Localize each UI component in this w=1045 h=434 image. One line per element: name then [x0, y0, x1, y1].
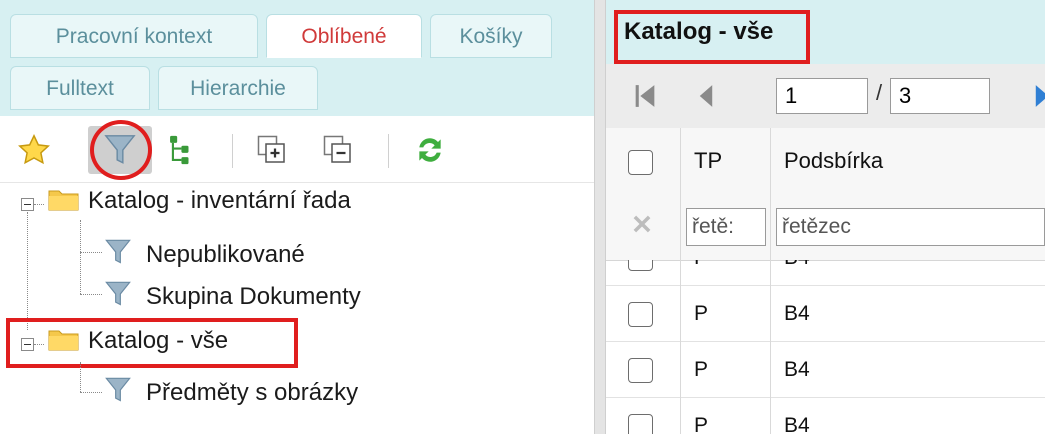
tree-node-nepublikovane[interactable]: Nepublikované — [104, 236, 305, 270]
tree-node-katalog-inventarni-rada[interactable]: Katalog - inventární řada — [48, 186, 351, 216]
row-checkbox[interactable] — [628, 302, 653, 327]
filter-highlight-circle — [90, 120, 152, 180]
column-header-tp[interactable]: TP — [694, 148, 722, 174]
star-icon[interactable] — [14, 130, 54, 170]
next-page-icon[interactable] — [1034, 82, 1045, 115]
filter-tp-input[interactable]: řetě: — [686, 208, 766, 246]
row-checkbox[interactable] — [628, 358, 653, 383]
tree-node-skupina-dokumenty[interactable]: Skupina Dokumenty — [104, 278, 361, 312]
column-separator — [770, 398, 771, 434]
prev-page-icon[interactable] — [698, 82, 714, 115]
tree-node-predmety-s-obrazky[interactable]: Předměty s obrázky — [104, 374, 358, 408]
grid-body: P B4 P B4 P B4 P B4 — [606, 260, 1045, 434]
pager: 1 / 3 — [606, 64, 1045, 129]
column-separator — [680, 398, 681, 434]
tab-hierarchie[interactable]: Hierarchie — [158, 66, 318, 110]
panel-splitter[interactable] — [594, 0, 606, 434]
grid-title-bar: Katalog - vše — [606, 0, 1045, 64]
column-separator — [680, 260, 681, 286]
tab-kosiky[interactable]: Košíky — [430, 14, 552, 58]
tab-bar: Pracovní kontext Oblíbené Košíky Fulltex… — [0, 0, 600, 116]
column-header-podsbirka[interactable]: Podsbírka — [784, 148, 883, 174]
tree-connector — [27, 212, 28, 330]
toolbar-separator — [232, 134, 233, 168]
cell-podsbirka: B4 — [784, 260, 810, 270]
column-separator — [680, 194, 681, 260]
tab-fulltext[interactable]: Fulltext — [10, 66, 150, 110]
collapse-icon[interactable] — [21, 198, 34, 211]
tree-node-label: Předměty s obrázky — [146, 379, 359, 406]
add-copy-icon[interactable] — [252, 130, 292, 170]
tree-node-label: Nepublikované — [146, 241, 305, 268]
tree-connector — [80, 252, 102, 253]
right-panel: Katalog - vše 1 / 3 TP Podsbírka řetě: ř… — [606, 0, 1045, 434]
toolbar-separator — [388, 134, 389, 168]
filter-icon — [105, 239, 131, 264]
row-checkbox[interactable] — [628, 414, 653, 434]
total-pages: 3 — [890, 78, 990, 114]
column-separator — [770, 286, 771, 342]
clear-filter-icon[interactable] — [632, 214, 652, 239]
table-row[interactable]: P B4 — [606, 286, 1045, 342]
page-input[interactable]: 1 — [776, 78, 868, 114]
table-row[interactable]: P B4 — [606, 398, 1045, 434]
filter-icon — [105, 281, 131, 306]
column-separator — [680, 342, 681, 398]
first-page-icon[interactable] — [634, 82, 656, 115]
cell-tp: P — [694, 414, 709, 434]
cell-tp: P — [694, 260, 708, 270]
left-panel: Pracovní kontext Oblíbené Košíky Fulltex… — [0, 0, 600, 434]
select-all-checkbox[interactable] — [628, 150, 653, 175]
table-row[interactable]: P B4 — [606, 260, 1045, 286]
katalog-vse-highlight — [6, 318, 298, 368]
row-checkbox[interactable] — [628, 260, 653, 271]
tree-connector — [34, 204, 44, 205]
tree-connector — [80, 294, 102, 295]
tab-pracovni-kontext[interactable]: Pracovní kontext — [10, 14, 258, 58]
column-separator — [770, 260, 771, 286]
tree-node-label: Skupina Dokumenty — [146, 283, 361, 310]
cell-podsbirka: B4 — [784, 414, 810, 434]
cell-podsbirka: B4 — [784, 358, 810, 381]
filter-podsbirka-input[interactable]: řetězec — [776, 208, 1045, 246]
column-separator — [770, 342, 771, 398]
favorites-tree: Katalog - inventární řada Nepublikované … — [0, 182, 600, 434]
tab-oblibene[interactable]: Oblíbené — [266, 14, 422, 58]
tree-toolbar — [0, 116, 600, 183]
remove-copy-icon[interactable] — [318, 130, 358, 170]
cell-tp: P — [694, 302, 709, 325]
table-row[interactable]: P B4 — [606, 342, 1045, 398]
folder-icon — [48, 190, 79, 211]
filter-row: řetě: řetězec — [606, 194, 1045, 261]
tree-icon[interactable] — [160, 130, 200, 170]
column-separator — [680, 286, 681, 342]
column-separator — [680, 128, 681, 194]
page-separator: / — [876, 80, 883, 105]
cell-podsbirka: B4 — [784, 302, 810, 325]
tree-connector — [80, 220, 81, 294]
grid-header: TP Podsbírka — [606, 128, 1045, 195]
tree-node-label: Katalog - inventární řada — [88, 187, 351, 214]
column-separator — [770, 128, 771, 194]
tree-connector — [80, 392, 102, 393]
column-separator — [770, 194, 771, 260]
title-highlight — [614, 10, 810, 64]
tree-connector — [80, 362, 81, 392]
filter-icon — [105, 377, 131, 402]
cell-tp: P — [694, 358, 709, 381]
refresh-icon[interactable] — [410, 130, 450, 170]
